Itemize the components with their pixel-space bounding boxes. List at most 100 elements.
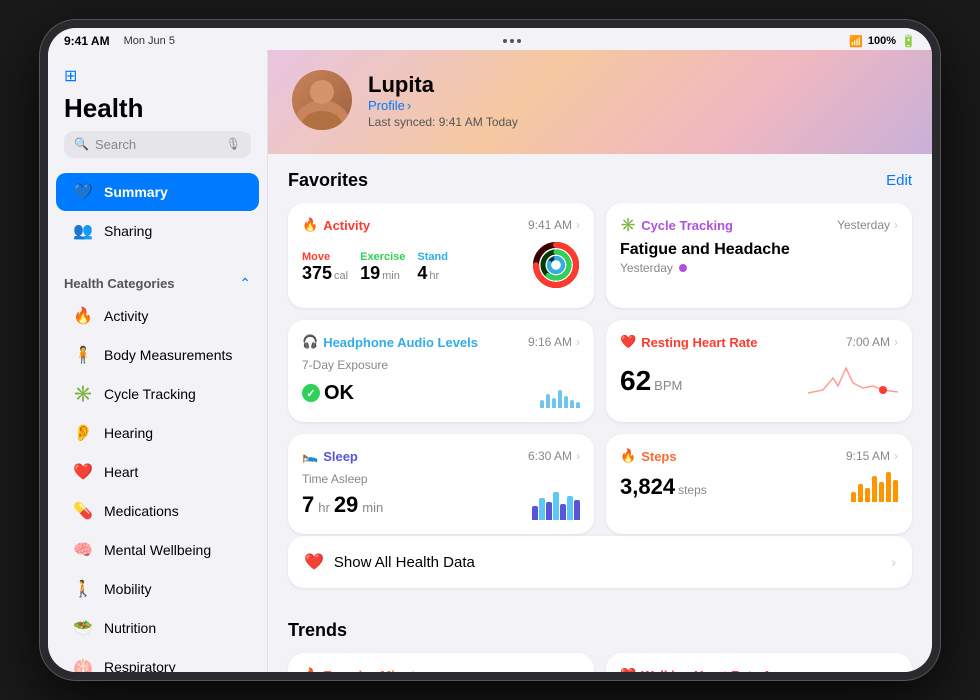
activity-card-title: 🔥 Activity — [302, 217, 370, 233]
respiratory-icon: 🫁 — [72, 656, 94, 672]
steps-card-title: 🔥 Steps — [620, 448, 677, 464]
headphone-card[interactable]: 🎧 Headphone Audio Levels 9:16 AM › 7-Day… — [288, 320, 594, 422]
sidebar-header: ⊞ Health 🔍 Search 🎙 — [48, 62, 267, 166]
sidebar-item-hearing[interactable]: 👂 Hearing — [56, 414, 259, 452]
activity-label: Activity — [104, 308, 148, 324]
heart-rate-card[interactable]: ❤️ Resting Heart Rate 7:00 AM › — [606, 320, 912, 422]
sleep-chart — [532, 490, 580, 520]
show-all-chevron: › — [891, 554, 896, 570]
heart-icon: ❤️ — [72, 461, 94, 483]
profile-header: Lupita Profile › Last synced: 9:41 AM To… — [268, 50, 932, 154]
categories-header: Health Categories ⌃ — [48, 265, 267, 296]
edit-button[interactable]: Edit — [886, 172, 912, 189]
app-title: Health — [64, 94, 251, 123]
status-bar: 9:41 AM Mon Jun 5 📶 100% 🔋 — [48, 28, 932, 50]
favorites-section: Favorites Edit 🔥 Activity — [268, 154, 932, 604]
headphone-chevron: › — [576, 335, 580, 349]
sidebar-item-summary[interactable]: 💙 Summary — [56, 173, 259, 211]
headphone-chart — [540, 378, 580, 408]
steps-card-icon: 🔥 — [620, 448, 636, 464]
sidebar-item-medications[interactable]: 💊 Medications — [56, 492, 259, 530]
sleep-hr-unit: hr — [318, 500, 330, 515]
activity-card[interactable]: 🔥 Activity 9:41 AM › — [288, 203, 594, 308]
cycle-card-icon: ✳️ — [620, 217, 636, 233]
stand-label: Stand — [417, 251, 448, 263]
sidebar-item-cycle[interactable]: ✳️ Cycle Tracking — [56, 375, 259, 413]
trend-exercise-title: 🔥 Exercise Minutes — [302, 667, 580, 672]
show-all-text: Show All Health Data — [334, 554, 881, 571]
ipad-screen: 9:41 AM Mon Jun 5 📶 100% 🔋 ⊞ Health — [48, 28, 932, 672]
wifi-icon: 📶 — [849, 35, 863, 48]
sleep-mins: 29 — [334, 492, 358, 518]
respiratory-label: Respiratory — [104, 659, 176, 672]
trend-card-exercise[interactable]: 🔥 Exercise Minutes — [288, 653, 594, 672]
trend-heart-icon: ❤️ — [620, 667, 636, 672]
trend-heart-chevron: › — [894, 668, 898, 673]
activity-time: 9:41 AM — [528, 218, 572, 232]
sidebar-item-respiratory[interactable]: 🫁 Respiratory — [56, 648, 259, 672]
steps-chevron: › — [894, 449, 898, 463]
trends-section: Trends 🔥 Exercise Minutes — [268, 604, 932, 672]
move-value: 375 — [302, 263, 332, 284]
heart-rate-chart — [808, 358, 898, 403]
cycle-card[interactable]: ✳️ Cycle Tracking Yesterday › Fatigue an… — [606, 203, 912, 308]
cycle-icon: ✳️ — [72, 383, 94, 405]
trend-card-heart[interactable]: ❤️ Walking Heart Rate Average › — [606, 653, 912, 672]
categories-chevron[interactable]: ⌃ — [239, 275, 251, 292]
sidebar-item-body[interactable]: 🧍 Body Measurements — [56, 336, 259, 374]
steps-value-group: 3,824 steps — [620, 474, 707, 500]
sleep-card-icon: 🛌 — [302, 448, 318, 464]
microphone-icon[interactable]: 🎙 — [226, 137, 241, 151]
sidebar-toggle[interactable]: ⊞ — [64, 66, 251, 86]
app-area: ⊞ Health 🔍 Search 🎙 💙 Summary — [48, 50, 932, 672]
sidebar-item-mobility[interactable]: 🚶 Mobility — [56, 570, 259, 608]
sidebar-item-nutrition[interactable]: 🥗 Nutrition — [56, 609, 259, 647]
sidebar-item-mental[interactable]: 🧠 Mental Wellbeing — [56, 531, 259, 569]
profile-info: Lupita Profile › Last synced: 9:41 AM To… — [368, 72, 908, 129]
sleep-card[interactable]: 🛌 Sleep 6:30 AM › Time Asleep — [288, 434, 594, 534]
status-dots — [503, 39, 521, 43]
sharing-icon: 👥 — [72, 220, 94, 242]
sleep-card-title: 🛌 Sleep — [302, 448, 358, 464]
steps-chart — [851, 472, 898, 502]
cycle-symptom: Fatigue and Headache — [620, 241, 898, 259]
sidebar-item-sharing[interactable]: 👥 Sharing — [56, 212, 259, 250]
status-time: 9:41 AM — [64, 34, 110, 48]
nutrition-label: Nutrition — [104, 620, 156, 636]
sleep-min-unit: min — [362, 500, 383, 515]
status-right: 📶 100% 🔋 — [849, 34, 916, 48]
main-content: Lupita Profile › Last synced: 9:41 AM To… — [268, 50, 932, 672]
show-all-card[interactable]: ❤️ Show All Health Data › — [288, 536, 912, 588]
headphone-time: 9:16 AM — [528, 335, 572, 349]
trend-exercise-icon: 🔥 — [302, 667, 318, 672]
sleep-label: Time Asleep — [302, 472, 580, 486]
steps-card[interactable]: 🔥 Steps 9:15 AM › — [606, 434, 912, 534]
heart-label: Heart — [104, 464, 138, 480]
sleep-hours: 7 — [302, 492, 314, 518]
avatar-image — [292, 70, 352, 130]
sidebar-item-heart[interactable]: ❤️ Heart — [56, 453, 259, 491]
profile-link[interactable]: Profile › — [368, 98, 908, 113]
cycle-chevron: › — [894, 218, 898, 232]
move-label: Move — [302, 251, 348, 263]
battery-text: 100% — [868, 35, 896, 47]
cycle-symptom-time: Yesterday — [620, 261, 673, 275]
hearing-icon: 👂 — [72, 422, 94, 444]
activity-card-icon: 🔥 — [302, 217, 318, 233]
exercise-unit: min — [382, 270, 400, 282]
exercise-label: Exercise — [360, 251, 405, 263]
sleep-body: 7 hr 29 min — [302, 490, 580, 520]
steps-body: 3,824 steps — [620, 472, 898, 502]
heart-rate-value-group: 62 BPM — [620, 365, 682, 397]
activity-card-header: 🔥 Activity 9:41 AM › — [302, 217, 580, 233]
body-icon: 🧍 — [72, 344, 94, 366]
activity-body: Move 375 cal Exercise — [302, 241, 580, 294]
sidebar-item-activity[interactable]: 🔥 Activity — [56, 297, 259, 335]
cycle-card-title: ✳️ Cycle Tracking — [620, 217, 733, 233]
search-bar[interactable]: 🔍 Search 🎙 — [64, 131, 251, 158]
move-stat: Move 375 cal — [302, 251, 348, 284]
headphone-card-title: 🎧 Headphone Audio Levels — [302, 334, 478, 350]
ipad-frame: 9:41 AM Mon Jun 5 📶 100% 🔋 ⊞ Health — [40, 20, 940, 680]
heart-rate-card-icon: ❤️ — [620, 334, 636, 350]
steps-value: 3,824 — [620, 474, 675, 500]
